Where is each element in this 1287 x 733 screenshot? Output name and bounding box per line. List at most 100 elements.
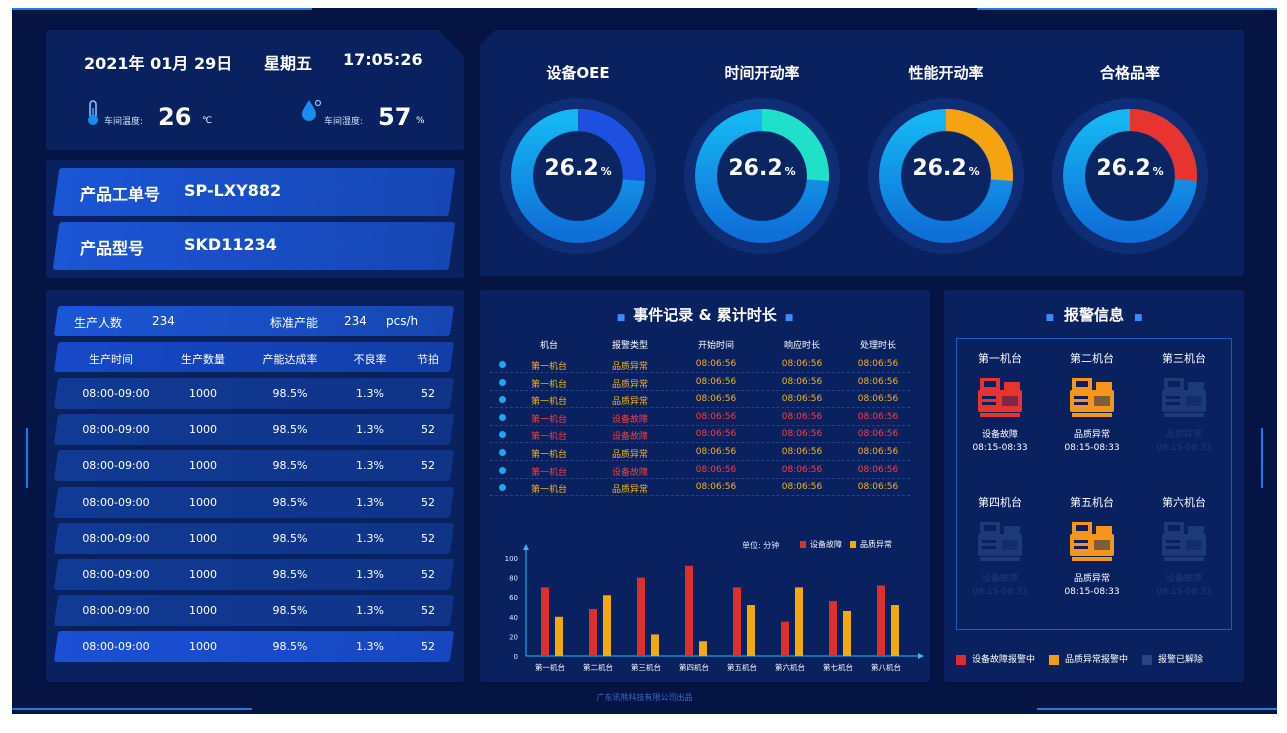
- staff-label: 生产人数: [74, 316, 123, 330]
- event-cell: 第一机台: [530, 362, 567, 372]
- event-cell: 08:06:56: [781, 359, 823, 369]
- table-cell: 08:00-09:00: [82, 423, 150, 437]
- event-cell: 08:06:56: [857, 359, 899, 369]
- event-status-dot: [499, 378, 506, 386]
- alarm-machine-time: 08:15-08:33: [972, 443, 1028, 453]
- table-cell: 08:00-09:00: [82, 604, 150, 618]
- event-row: 第一机台 品质异常 08:06:56 08:06:56 08:06:56: [490, 391, 910, 409]
- footer-text: 广东讯熊科技有限公司出品: [596, 693, 693, 702]
- event-row: 第一机台 品质异常 08:06:56 08:06:56 08:06:56: [490, 374, 910, 391]
- table-row: 08:00-09:00 1000 98.5% 1.3% 52: [53, 522, 455, 554]
- table-cell: 08:00-09:00: [82, 531, 150, 545]
- event-cell: 08:06:56: [857, 482, 899, 493]
- table-cell: 98.5%: [272, 459, 308, 473]
- table-row: 08:00-09:00 1000 98.5% 1.3% 52: [53, 450, 455, 482]
- col-header-takt: 节拍: [417, 353, 439, 366]
- event-cell: 设备故障: [611, 414, 648, 425]
- table-cell: 98.5%: [272, 568, 308, 581]
- dashboard-screen: 2021年 01月 29日 星期五 17:05:26 车间温度: 26 ℃ 车间…: [12, 8, 1277, 714]
- alarm-machine-card[interactable]: 第一机台 设备故障 08:15-08:33: [956, 350, 1044, 453]
- event-cell: 08:06:56: [857, 429, 899, 440]
- bar-quality: [747, 605, 755, 656]
- table-cell: 1.3%: [356, 531, 384, 545]
- alarm-machine-card[interactable]: 第三机台 品质异常 08:15-08:33: [1140, 350, 1228, 453]
- alarm-machine-status: 品质异常: [1165, 430, 1202, 440]
- alarm-machine-status: 品质异常: [1073, 574, 1110, 584]
- event-status-dot: [499, 449, 506, 456]
- machine-icon: [1048, 520, 1136, 567]
- date-text: 2021年 01月 29日: [84, 54, 233, 73]
- table-cell: 1000: [189, 640, 217, 654]
- table-cell: 08:00-09:00: [82, 568, 150, 581]
- gauge-unit: %: [600, 165, 612, 178]
- event-col-header: 报警类型: [611, 341, 648, 351]
- table-cell: 1000: [189, 459, 217, 473]
- table-cell: 52: [421, 387, 435, 400]
- machine-icon: [1140, 376, 1228, 423]
- alarm-machine-name: 第一机台: [978, 352, 1022, 365]
- frame-left-line: [26, 428, 28, 488]
- event-cell: 08:06:56: [781, 411, 823, 422]
- event-cell: 第一机台: [530, 432, 567, 443]
- table-cell: 1000: [189, 387, 217, 400]
- table-cell: 52: [421, 531, 435, 545]
- alarm-legend-swatch: [1142, 654, 1153, 665]
- event-col-header: 响应时长: [783, 341, 820, 351]
- alarm-legend-label: 品质异常报警中: [1065, 655, 1129, 665]
- table-cell: 52: [421, 640, 435, 654]
- event-cell: 08:06:56: [695, 394, 737, 405]
- alarm-machine-card[interactable]: 第二机台 品质异常 08:15-08:33: [1048, 350, 1136, 453]
- gauge-title: 时间开动率: [724, 64, 800, 82]
- title-marker-right: ■: [784, 313, 794, 323]
- x-tick-label: 第四机台: [679, 662, 709, 672]
- alarm-machine-name: 第二机台: [1070, 352, 1114, 365]
- alarm-machine-card[interactable]: 第四机台 设备故障 08:15-08:33: [956, 494, 1044, 597]
- alarm-title-marker-right: ■: [1134, 313, 1143, 323]
- production-rows: 08:00-09:00 1000 98.5% 1.3% 52 08:00-09:00 100…: [53, 378, 455, 678]
- col-header-quantity: 生产数量: [181, 353, 225, 366]
- std-capacity-value: 234: [344, 314, 367, 328]
- gauge-ring: 26.2%: [868, 98, 1024, 254]
- gauge-unit: %: [1152, 165, 1164, 178]
- alarm-machine-name: 第五机台: [1070, 496, 1114, 509]
- table-cell: 08:00-09:00: [82, 459, 150, 473]
- production-table-panel: 生产人数 234 标准产能 234 pcs/h 生产时间 生产数量 产能达成率 …: [46, 290, 464, 682]
- table-row: 08:00-09:00 1000 98.5% 1.3% 52: [53, 378, 455, 409]
- temperature-label: 车间温度:: [104, 117, 144, 127]
- alarm-machine-card[interactable]: 第五机台 品质异常 08:15-08:33: [1048, 494, 1136, 597]
- y-tick-label: 100: [505, 555, 518, 563]
- event-cell: 第一机台: [530, 414, 567, 425]
- x-tick-label: 第二机台: [583, 662, 613, 672]
- table-cell: 52: [421, 604, 435, 618]
- humidity-value: 57: [378, 103, 412, 131]
- table-cell: 1.3%: [356, 423, 384, 437]
- event-col-header: 机台: [539, 341, 558, 351]
- std-capacity-label: 标准产能: [270, 316, 319, 330]
- col-header-defect: 不良率: [353, 353, 387, 366]
- event-cell: 08:06:56: [695, 447, 737, 457]
- table-cell: 1.3%: [356, 604, 384, 618]
- col-header-rate: 产能达成率: [262, 353, 318, 366]
- event-status-dot: [499, 413, 506, 421]
- alarm-machine-status: 设备故障: [981, 574, 1018, 584]
- bar-fault: [829, 601, 837, 656]
- y-tick-label: 80: [509, 575, 518, 583]
- table-cell: 98.5%: [272, 604, 308, 618]
- bar-fault: [685, 565, 693, 656]
- alarm-legend-item: 品质异常报警中: [1049, 654, 1129, 665]
- event-title: 事件记录 & 累计时长: [633, 306, 777, 324]
- time-text: 17:05:26: [343, 50, 423, 69]
- alarm-panel: ■ 报警信息 ■ 第一机台 设备故障 08:15-08:33 第二机台 品质异常 08:15-…: [944, 290, 1244, 682]
- table-row: 08:00-09:00 1000 98.5% 1.3% 52: [53, 631, 455, 663]
- x-tick-label: 第七机台: [823, 662, 853, 672]
- alarm-machine-card[interactable]: 第六机台 设备故障 08:15-08:33: [1140, 494, 1228, 597]
- alarm-machine-time: 08:15-08:33: [972, 587, 1028, 597]
- bar-quality: [651, 634, 659, 656]
- alarm-machine-time: 08:15-08:33: [1156, 587, 1212, 597]
- gauge-number: 26.2: [544, 156, 599, 181]
- event-cell: 08:06:56: [781, 394, 823, 405]
- event-cell: 08:06:56: [857, 376, 899, 387]
- product-order-value: SP-LXY882: [184, 181, 282, 200]
- event-status-dot: [499, 466, 506, 474]
- x-tick-label: 第一机台: [535, 662, 565, 672]
